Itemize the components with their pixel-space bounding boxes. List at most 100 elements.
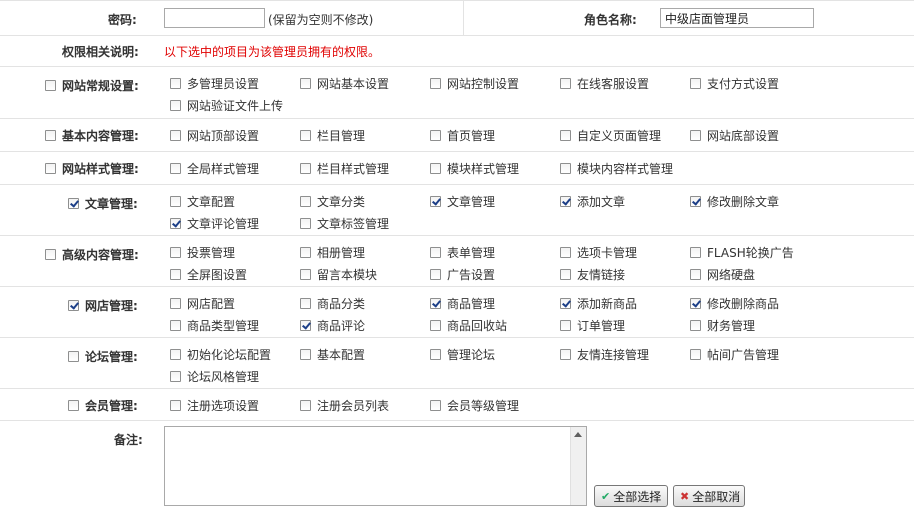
permission-checkbox[interactable]	[430, 77, 441, 89]
group-checkbox[interactable]	[45, 249, 56, 260]
permission-checkbox[interactable]	[300, 399, 311, 411]
permission-checkbox[interactable]	[690, 348, 701, 360]
permission-option[interactable]: 广告设置	[430, 266, 495, 282]
group-checkbox[interactable]	[45, 80, 56, 91]
permission-option[interactable]: 选项卡管理	[560, 244, 637, 260]
permission-checkbox[interactable]	[300, 268, 311, 280]
permission-checkbox[interactable]	[690, 297, 701, 309]
permission-checkbox[interactable]	[170, 162, 181, 174]
permission-checkbox[interactable]	[300, 162, 311, 174]
permission-option[interactable]: 文章分类	[300, 193, 365, 209]
group-checkbox[interactable]	[68, 198, 79, 209]
permission-option[interactable]: 财务管理	[690, 317, 755, 333]
permission-option[interactable]: 基本配置	[300, 346, 365, 362]
group-label[interactable]: 文章管理:	[68, 195, 138, 212]
permission-option[interactable]: 修改删除商品	[690, 295, 779, 311]
permission-checkbox[interactable]	[690, 246, 701, 258]
permission-checkbox[interactable]	[690, 319, 701, 331]
permission-option[interactable]: 栏目样式管理	[300, 160, 389, 176]
permission-checkbox[interactable]	[170, 217, 181, 229]
group-label[interactable]: 网店管理:	[68, 297, 138, 314]
permission-checkbox[interactable]	[560, 297, 571, 309]
permission-checkbox[interactable]	[170, 129, 181, 141]
permission-option[interactable]: 初始化论坛配置	[170, 346, 271, 362]
password-input[interactable]	[164, 8, 265, 28]
permission-option[interactable]: 商品回收站	[430, 317, 507, 333]
permission-checkbox[interactable]	[300, 217, 311, 229]
permission-checkbox[interactable]	[300, 348, 311, 360]
permission-checkbox[interactable]	[300, 129, 311, 141]
permission-option[interactable]: 会员等级管理	[430, 397, 519, 413]
permission-option[interactable]: 首页管理	[430, 127, 495, 143]
group-label[interactable]: 网站常规设置:	[45, 77, 139, 94]
permission-checkbox[interactable]	[300, 246, 311, 258]
group-checkbox[interactable]	[45, 163, 56, 174]
permission-checkbox[interactable]	[430, 129, 441, 141]
permission-option[interactable]: 修改删除文章	[690, 193, 779, 209]
permission-option[interactable]: 全局样式管理	[170, 160, 259, 176]
permission-option[interactable]: 论坛风格管理	[170, 368, 259, 384]
permission-checkbox[interactable]	[560, 246, 571, 258]
permission-checkbox[interactable]	[560, 195, 571, 207]
permission-checkbox[interactable]	[170, 370, 181, 382]
group-label[interactable]: 高级内容管理:	[45, 246, 139, 263]
permission-option[interactable]: 网站控制设置	[430, 75, 519, 91]
permission-checkbox[interactable]	[170, 246, 181, 258]
permission-checkbox[interactable]	[430, 268, 441, 280]
permission-option[interactable]: 在线客服设置	[560, 75, 649, 91]
permission-checkbox[interactable]	[560, 162, 571, 174]
group-label[interactable]: 网站样式管理:	[45, 160, 139, 177]
permission-option[interactable]: 留言本模块	[300, 266, 377, 282]
permission-checkbox[interactable]	[690, 195, 701, 207]
group-label[interactable]: 基本内容管理:	[45, 127, 139, 144]
permission-option[interactable]: 添加新商品	[560, 295, 637, 311]
permission-checkbox[interactable]	[430, 319, 441, 331]
permission-checkbox[interactable]	[170, 319, 181, 331]
permission-option[interactable]: 商品管理	[430, 295, 495, 311]
permission-option[interactable]: 网站底部设置	[690, 127, 779, 143]
permission-option[interactable]: 文章管理	[430, 193, 495, 209]
permission-checkbox[interactable]	[170, 399, 181, 411]
permission-checkbox[interactable]	[170, 77, 181, 89]
permission-option[interactable]: 网络硬盘	[690, 266, 755, 282]
permission-option[interactable]: 网站验证文件上传	[170, 97, 283, 113]
permission-checkbox[interactable]	[690, 268, 701, 280]
scroll-up-arrow-icon[interactable]	[574, 432, 582, 437]
permission-checkbox[interactable]	[430, 195, 441, 207]
permission-checkbox[interactable]	[560, 129, 571, 141]
permission-option[interactable]: 支付方式设置	[690, 75, 779, 91]
permission-checkbox[interactable]	[560, 348, 571, 360]
group-label[interactable]: 论坛管理:	[68, 348, 138, 365]
permission-checkbox[interactable]	[300, 319, 311, 331]
permission-option[interactable]: 友情链接	[560, 266, 625, 282]
remark-textarea[interactable]	[164, 426, 587, 506]
group-checkbox[interactable]	[68, 351, 79, 362]
permission-option[interactable]: 文章评论管理	[170, 215, 259, 231]
group-checkbox[interactable]	[45, 130, 56, 141]
select-all-button[interactable]: ✔ 全部选择	[594, 485, 668, 507]
permission-checkbox[interactable]	[170, 348, 181, 360]
permission-option[interactable]: 全屏图设置	[170, 266, 247, 282]
permission-option[interactable]: 注册会员列表	[300, 397, 389, 413]
permission-checkbox[interactable]	[430, 297, 441, 309]
permission-checkbox[interactable]	[430, 246, 441, 258]
permission-checkbox[interactable]	[170, 195, 181, 207]
permission-option[interactable]: 管理论坛	[430, 346, 495, 362]
permission-option[interactable]: 自定义页面管理	[560, 127, 661, 143]
permission-option[interactable]: 多管理员设置	[170, 75, 259, 91]
permission-option[interactable]: 相册管理	[300, 244, 365, 260]
permission-option[interactable]: 商品分类	[300, 295, 365, 311]
permission-checkbox[interactable]	[300, 297, 311, 309]
permission-option[interactable]: 表单管理	[430, 244, 495, 260]
permission-option[interactable]: 投票管理	[170, 244, 235, 260]
permission-option[interactable]: 友情连接管理	[560, 346, 649, 362]
permission-checkbox[interactable]	[690, 77, 701, 89]
permission-option[interactable]: 订单管理	[560, 317, 625, 333]
permission-checkbox[interactable]	[560, 319, 571, 331]
permission-option[interactable]: 注册选项设置	[170, 397, 259, 413]
role-name-input[interactable]	[660, 8, 814, 28]
permission-checkbox[interactable]	[170, 297, 181, 309]
permission-option[interactable]: 网店配置	[170, 295, 235, 311]
permission-checkbox[interactable]	[300, 77, 311, 89]
permission-option[interactable]: 文章配置	[170, 193, 235, 209]
